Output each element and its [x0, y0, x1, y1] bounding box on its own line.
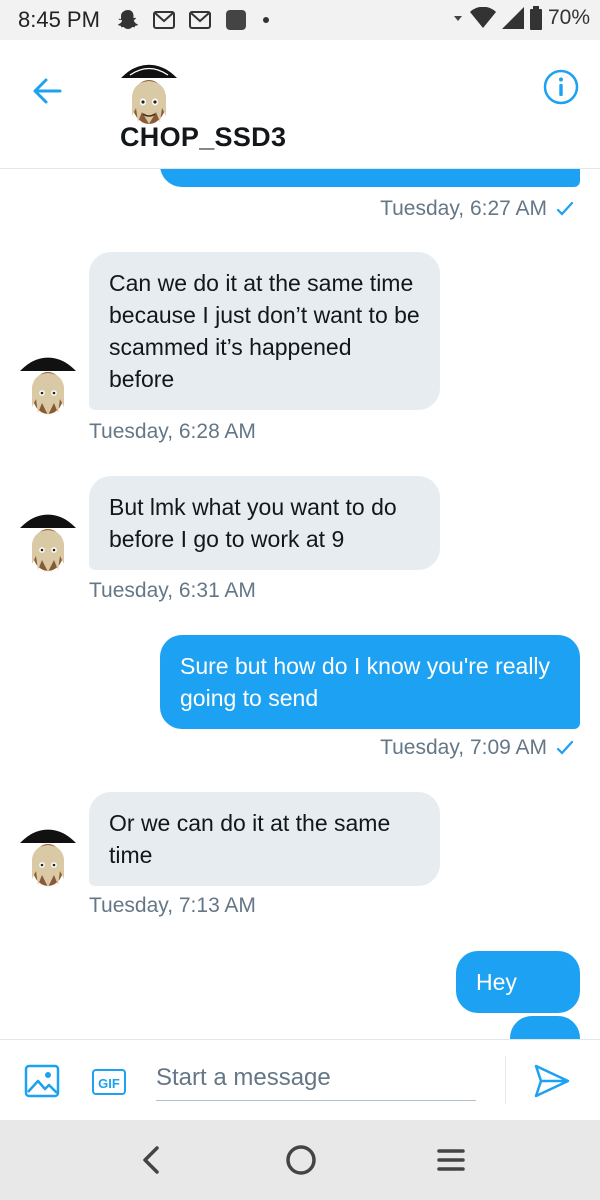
app-icon	[226, 10, 246, 30]
outgoing-message[interactable]: Hey	[456, 951, 580, 1013]
contact-name[interactable]: CHOP_SSD3	[120, 122, 286, 153]
nav-recents-icon[interactable]	[435, 1144, 467, 1176]
nav-back-icon[interactable]	[135, 1140, 169, 1180]
arrow-left-icon[interactable]	[30, 74, 64, 108]
conversation-header: CHOP_SSD3	[0, 40, 600, 169]
dot-icon	[263, 17, 269, 23]
system-icons: 70%	[452, 6, 590, 30]
message-composer: GIF	[0, 1039, 600, 1121]
battery-percent: 70%	[547, 6, 590, 29]
info-icon[interactable]	[542, 68, 580, 106]
gmail-icon	[153, 11, 175, 29]
status-time: 8:45 PM	[18, 7, 100, 32]
outgoing-message[interactable]	[510, 1016, 580, 1039]
contact-avatar[interactable]	[120, 56, 178, 132]
nav-home-icon[interactable]	[283, 1142, 319, 1178]
incoming-message[interactable]: But lmk what you want to do before I go …	[89, 476, 440, 570]
system-nav-bar	[0, 1120, 600, 1200]
status-bar: 8:45 PM 70%	[0, 0, 600, 40]
composer-divider	[505, 1056, 506, 1104]
image-icon[interactable]	[24, 1064, 60, 1098]
message-timestamp: Tuesday, 7:13 AM	[89, 894, 256, 917]
message-list[interactable]: Tuesday, 6:27 AM Can we do it at the sam…	[0, 169, 600, 1039]
outgoing-message[interactable]	[160, 169, 580, 187]
signal-icon	[501, 7, 524, 29]
sender-avatar[interactable]	[18, 349, 78, 419]
wifi-icon	[469, 7, 496, 28]
send-icon[interactable]	[532, 1062, 572, 1100]
snapchat-icon	[118, 10, 138, 29]
incoming-message[interactable]: Or we can do it at the same time	[89, 792, 440, 886]
arrow-down-icon	[453, 16, 462, 21]
gmail-icon	[189, 11, 211, 29]
incoming-message[interactable]: Can we do it at the same time because I …	[89, 252, 440, 410]
message-timestamp: Tuesday, 7:09 AM	[380, 736, 575, 760]
sender-avatar[interactable]	[18, 506, 78, 576]
notification-icons	[115, 7, 269, 33]
check-icon	[556, 201, 574, 216]
message-timestamp: Tuesday, 6:27 AM	[380, 197, 575, 221]
message-input[interactable]	[156, 1056, 476, 1101]
sender-avatar[interactable]	[18, 821, 78, 891]
message-timestamp: Tuesday, 6:31 AM	[89, 579, 256, 602]
gif-button[interactable]: GIF	[92, 1069, 126, 1095]
battery-icon	[529, 6, 542, 30]
check-icon	[556, 740, 574, 755]
message-timestamp: Tuesday, 6:28 AM	[89, 420, 256, 443]
outgoing-message[interactable]: Sure but how do I know you're really goi…	[160, 635, 580, 729]
